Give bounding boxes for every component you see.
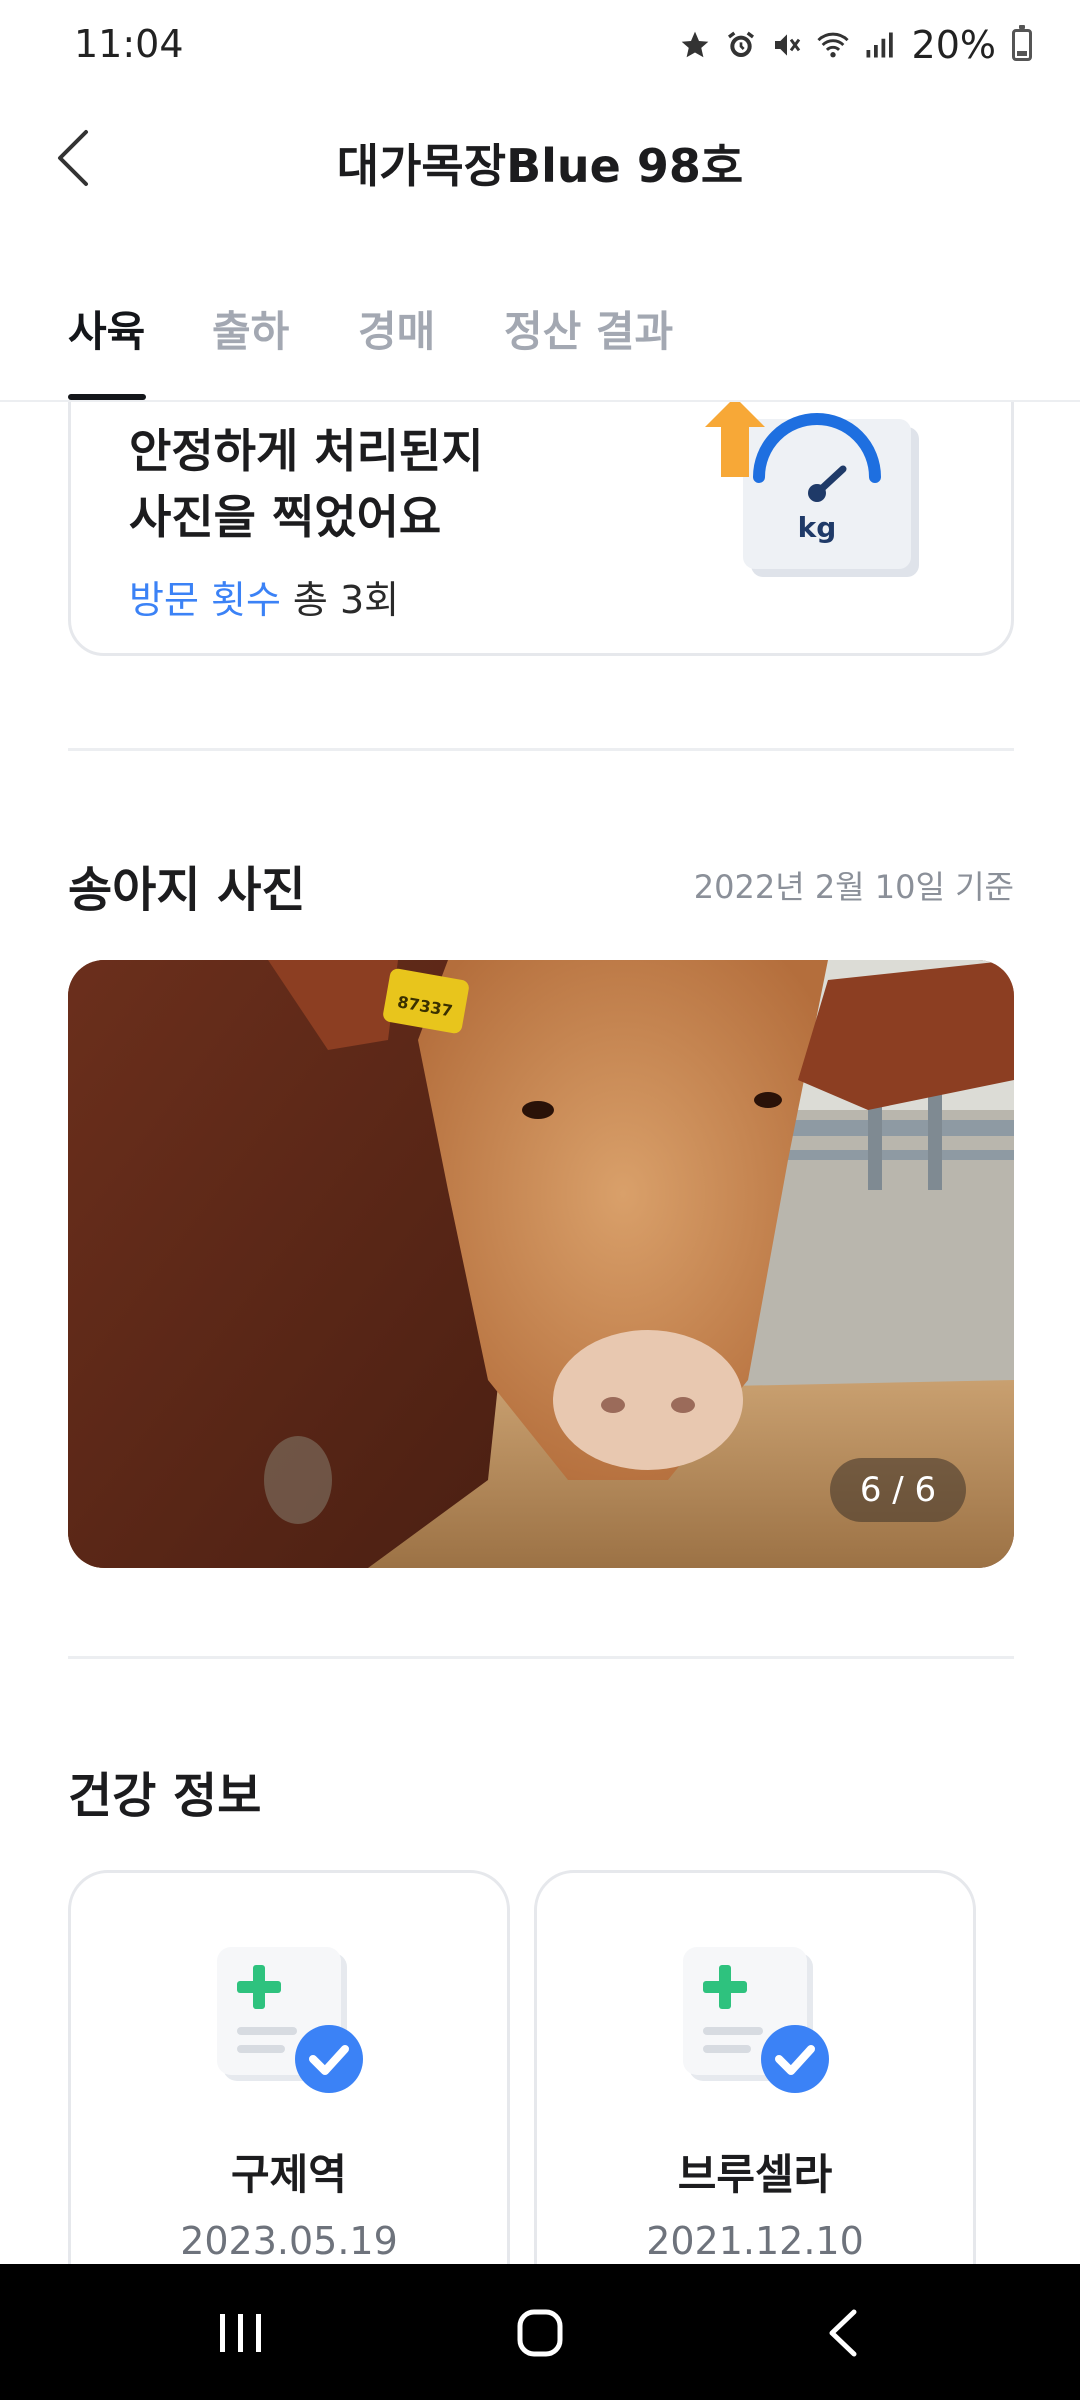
recent-apps-button[interactable] xyxy=(200,2298,280,2368)
tab-breeding[interactable]: 사육 xyxy=(68,298,145,359)
active-tab-indicator xyxy=(68,394,146,400)
photo-date: 2022년 2월 10일 기준 xyxy=(693,868,1014,906)
star-icon xyxy=(678,28,712,62)
health-item-name: 구제역 xyxy=(231,2150,347,2199)
calf-photo[interactable]: 87337 6 / 6 xyxy=(68,960,1014,1568)
medical-record-check-icon xyxy=(683,1947,833,2097)
health-card-brucella[interactable]: 브루셀라 2021.12.10 xyxy=(534,1870,976,2264)
visit-card-line2: 사진을 찍었어요 xyxy=(129,490,442,544)
divider xyxy=(68,748,1014,751)
tab-auction[interactable]: 경매 xyxy=(358,298,435,359)
page-title: 대가목장Blue 98호 xyxy=(336,139,744,193)
status-icons: 20% xyxy=(678,20,1032,70)
mute-icon xyxy=(770,28,804,62)
status-time: 11:04 xyxy=(74,22,184,66)
home-button[interactable] xyxy=(500,2298,580,2368)
divider xyxy=(68,1656,1014,1659)
alarm-icon xyxy=(724,28,758,62)
health-item-date: 2023.05.19 xyxy=(180,2219,398,2263)
battery-icon xyxy=(1012,25,1032,61)
tab-settlement[interactable]: 정산 결과 xyxy=(504,298,673,359)
nav-back-button[interactable] xyxy=(804,2298,884,2368)
recent-apps-icon xyxy=(220,2314,261,2352)
health-item-date: 2021.12.10 xyxy=(646,2219,864,2263)
tab-shipping[interactable]: 출하 xyxy=(212,298,289,359)
signal-icon xyxy=(862,28,896,62)
visit-count-value: 총 3회 xyxy=(292,578,400,622)
battery-percent: 20% xyxy=(911,23,996,67)
screen: 11:04 20% 대가목장Blue 98호 사육 출하 경매 정산 결과 안정… xyxy=(0,0,1080,2400)
visit-count-label: 방문 횟수 xyxy=(129,578,281,622)
health-card-fmd[interactable]: 구제역 2023.05.19 xyxy=(68,1870,510,2264)
photo-counter: 6 / 6 xyxy=(830,1458,966,1522)
health-item-name: 브루셀라 xyxy=(677,2150,833,2199)
status-bar: 11:04 20% xyxy=(0,0,1080,92)
system-nav-bar xyxy=(0,2264,1080,2400)
health-section-title: 건강 정보 xyxy=(68,1768,262,1824)
wifi-icon xyxy=(816,28,850,62)
scroll-content[interactable]: 안정하게 처리된지 사진을 찍었어요 방문 횟수총 3회 kg 송아지 사진 xyxy=(0,402,1080,2264)
home-icon xyxy=(517,2309,563,2357)
visit-card[interactable]: 안정하게 처리된지 사진을 찍었어요 방문 횟수 총 3회 kg xyxy=(68,402,1014,656)
visit-count: 방문 횟수 총 3회 xyxy=(129,569,399,624)
visit-card-line1: 안정하게 처리된지 xyxy=(129,424,484,478)
svg-text:kg: kg xyxy=(798,511,837,544)
back-icon xyxy=(829,2309,857,2357)
app-header: 대가목장Blue 98호 xyxy=(0,100,1080,220)
tab-bar: 사육 출하 경매 정산 결과 xyxy=(0,280,1080,402)
photo-section-title: 송아지 사진 xyxy=(68,862,306,918)
medical-record-check-icon xyxy=(217,1947,367,2097)
scale-kg-icon: kg xyxy=(703,402,933,597)
